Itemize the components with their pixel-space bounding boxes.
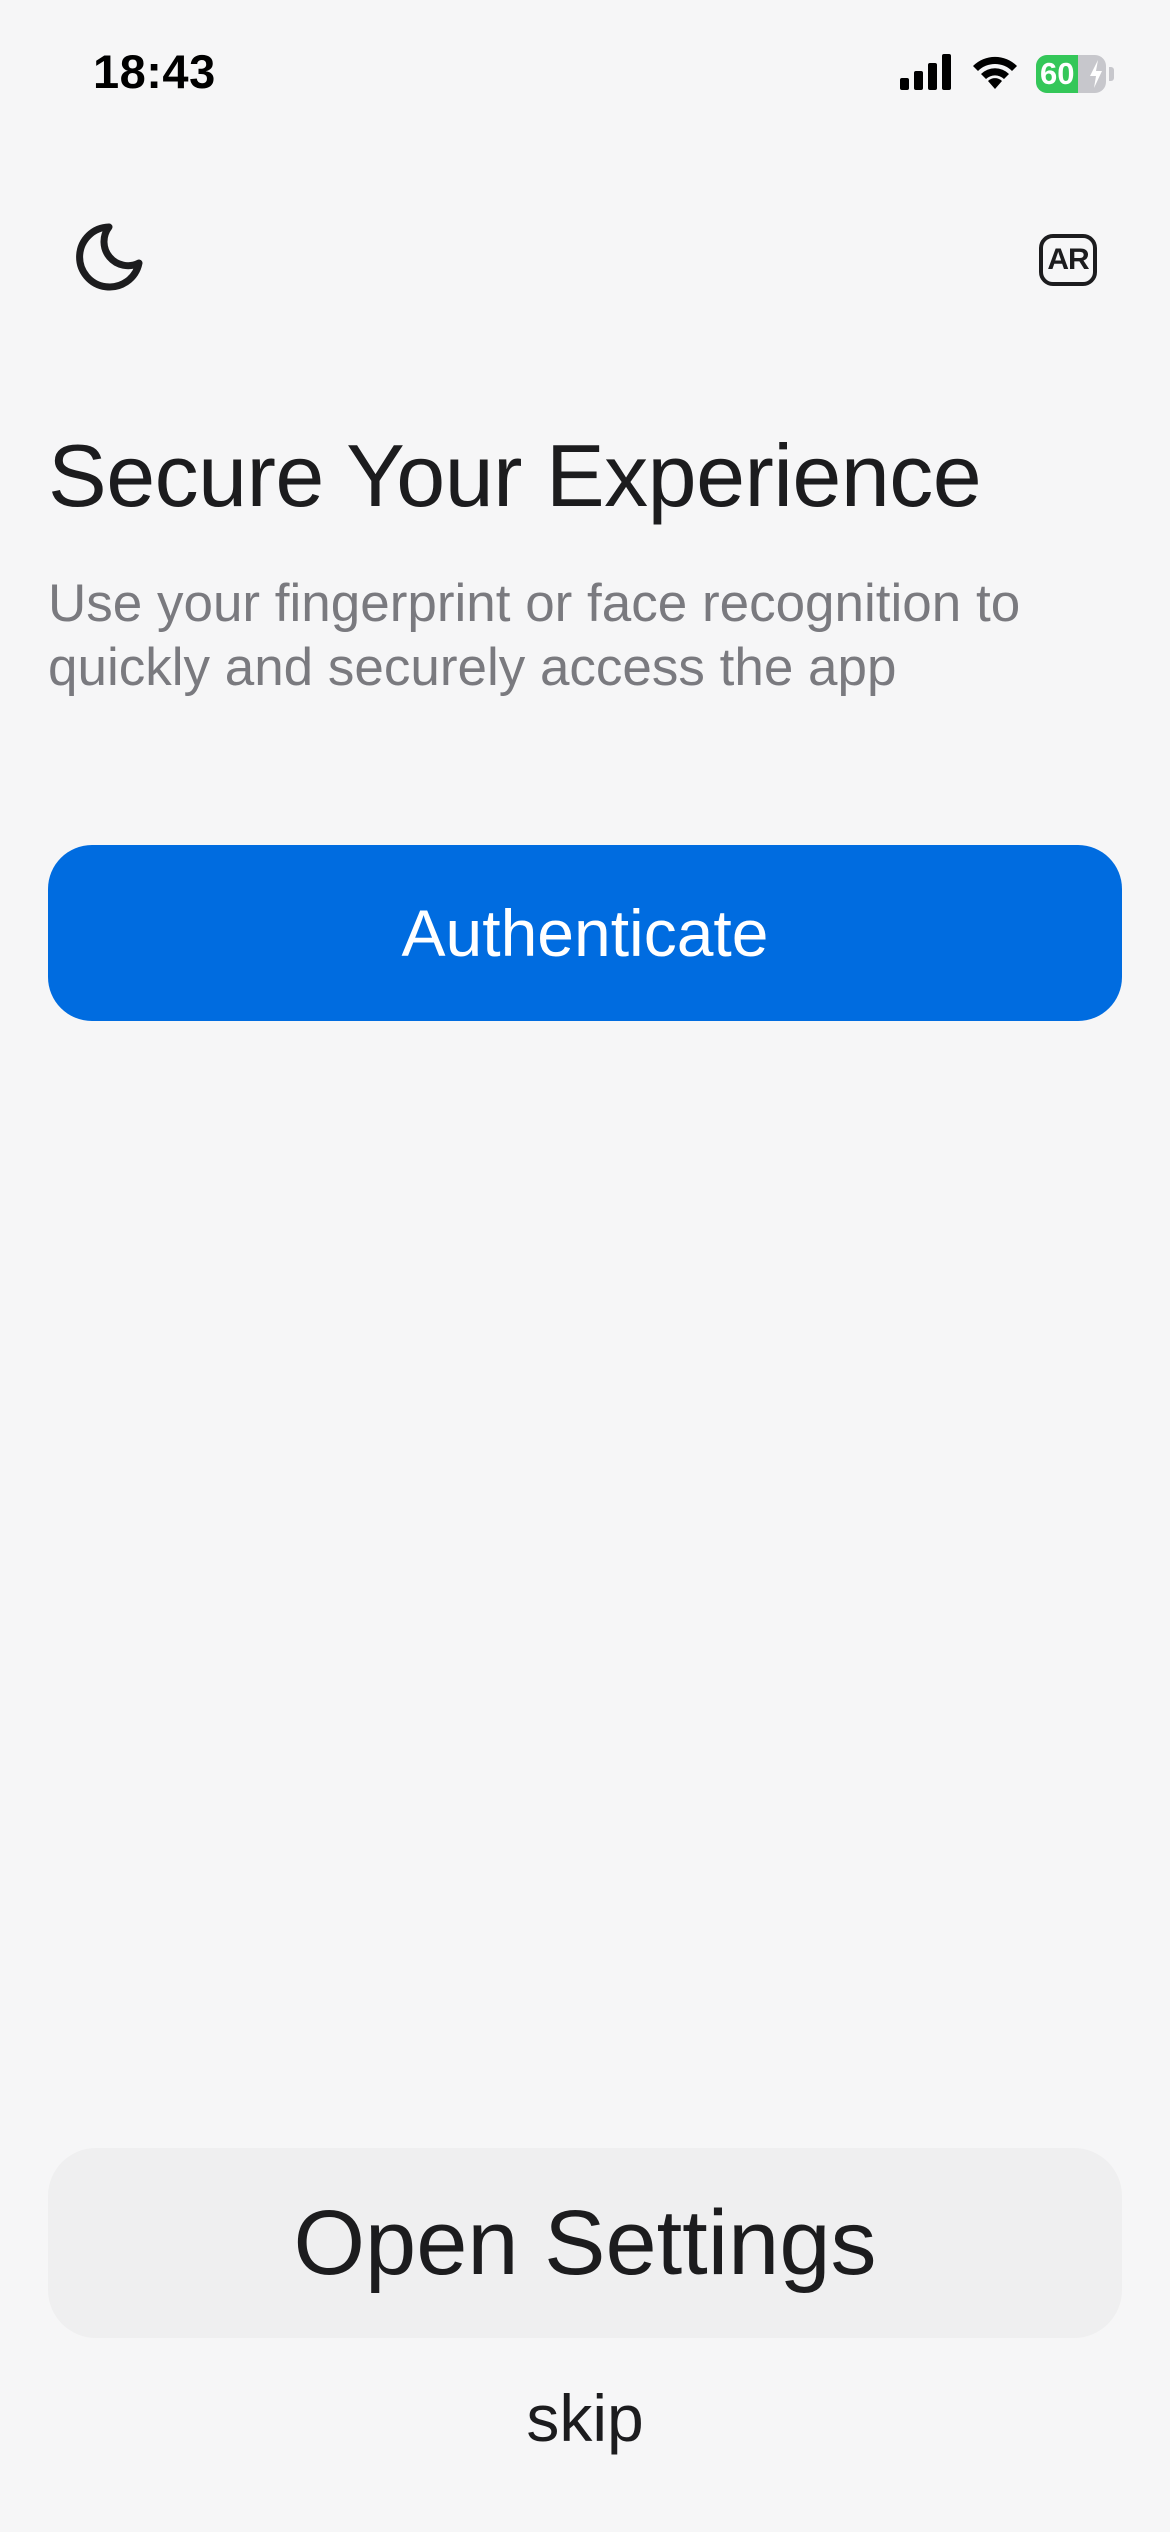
status-time: 18:43 <box>93 45 216 98</box>
wifi-icon <box>970 53 1020 96</box>
language-badge: AR <box>1039 234 1097 286</box>
authenticate-button[interactable]: Authenticate <box>48 845 1122 1021</box>
battery-percent-label: 60 <box>1040 56 1075 91</box>
status-indicators: 60 <box>900 52 1114 96</box>
moon-icon <box>69 219 147 302</box>
skip-link[interactable]: skip <box>0 2378 1170 2458</box>
charging-bolt-icon <box>1088 60 1104 93</box>
cellular-signal-icon <box>900 53 954 95</box>
page-title: Secure Your Experience <box>48 426 982 525</box>
battery-cap <box>1109 67 1114 81</box>
battery-charging-icon: 60 <box>1036 55 1106 93</box>
theme-toggle-button[interactable] <box>58 210 158 310</box>
language-toggle-button[interactable]: AR <box>1018 210 1118 310</box>
status-bar: 18:43 60 <box>0 0 1170 140</box>
open-settings-button[interactable]: Open Settings <box>48 2148 1122 2338</box>
page-subtitle: Use your fingerprint or face recognition… <box>48 574 1021 697</box>
